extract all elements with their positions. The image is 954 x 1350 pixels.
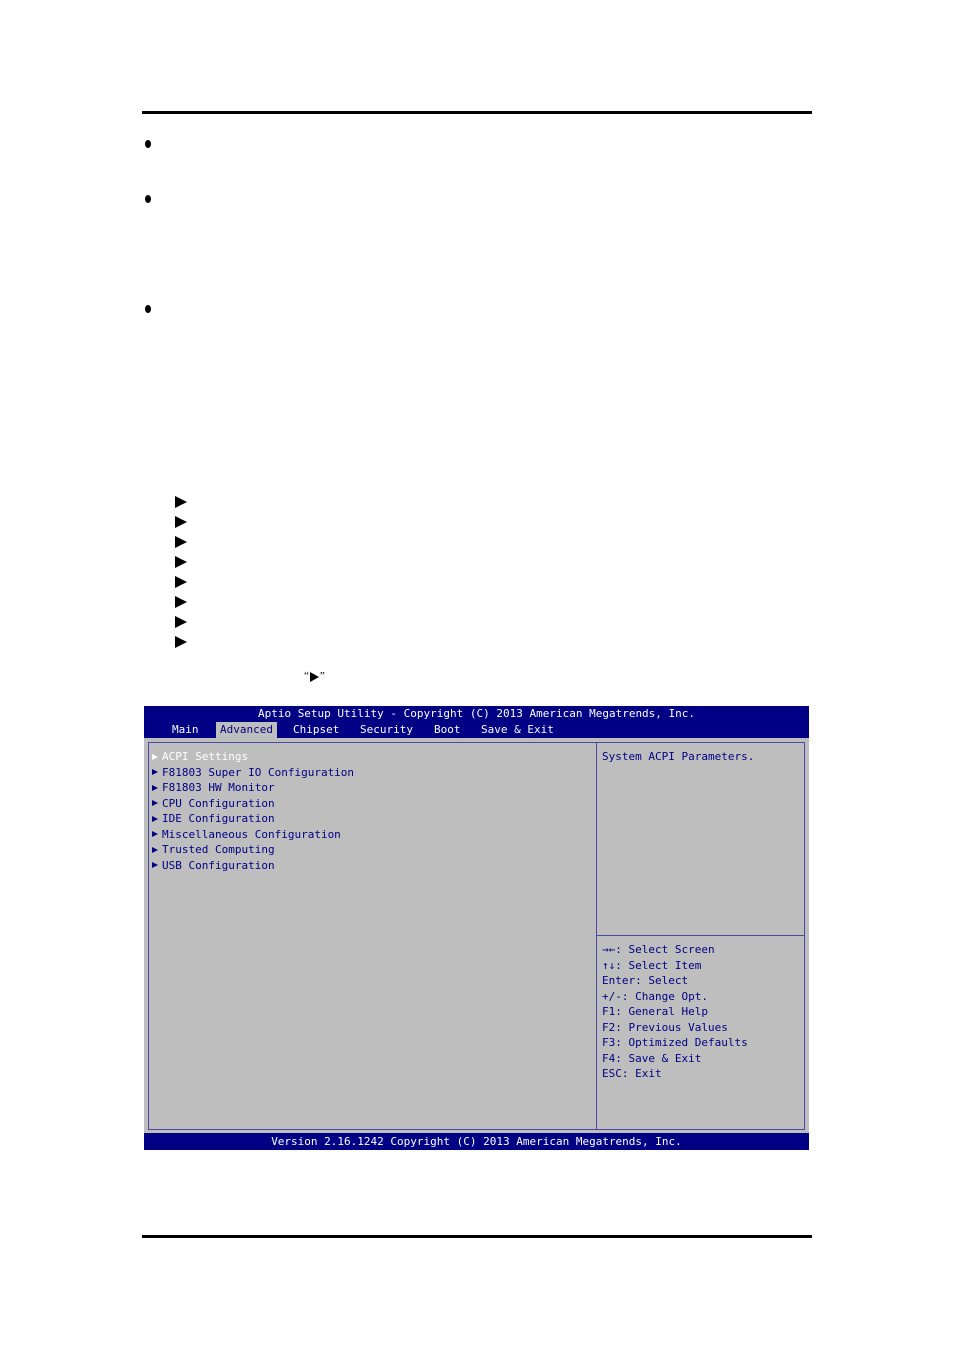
menu-item-label: F81803 Super IO Configuration — [162, 765, 355, 779]
submenu-arrow-icon — [152, 753, 158, 760]
key-hint-f4: F4: Save & Exit — [602, 1051, 702, 1065]
submenu-arrow-icon — [175, 536, 187, 548]
tab-main[interactable]: Main — [168, 722, 203, 738]
key-hint-f2: F2: Previous Values — [602, 1020, 728, 1034]
menu-item-cpu-configuration[interactable]: CPU Configuration — [152, 796, 354, 812]
key-hint-select-screen: →←: Select Screen — [602, 943, 715, 956]
key-hint-esc: ESC: Exit — [602, 1067, 662, 1080]
submenu-arrow-icon — [175, 556, 187, 568]
menu-item-usb-configuration[interactable]: USB Configuration — [152, 858, 354, 874]
menu-item-acpi-settings[interactable]: ACPI Settings — [152, 749, 354, 765]
submenu-arrow-icon — [175, 596, 187, 608]
key-hint-enter: Enter: Select — [602, 974, 689, 987]
submenu-arrow-icon — [175, 616, 187, 628]
header-rule — [142, 111, 812, 114]
help-divider — [596, 935, 805, 936]
submenu-arrow-icon — [152, 815, 158, 822]
panel-divider — [596, 742, 597, 1130]
tab-save-exit[interactable]: Save & Exit — [477, 722, 558, 738]
key-hint-f3: F3: Optimized Defaults — [602, 1036, 748, 1049]
menu-item-label: CPU Configuration — [162, 796, 275, 810]
arrow-icon — [309, 672, 319, 682]
submenu-arrow-icon — [175, 636, 187, 648]
menu-item-label: IDE Configuration — [162, 812, 275, 825]
advanced-menu-list: ACPI Settings F81803 Super IO Configurat… — [152, 749, 354, 873]
bios-tab-bar: Main Advanced Chipset Security Boot Save… — [144, 721, 809, 738]
submenu-arrow-icon — [152, 831, 158, 838]
bios-version-footer: Version 2.16.1242 Copyright (C) 2013 Ame… — [144, 1133, 809, 1150]
menu-item-label: Miscellaneous Configuration — [162, 827, 341, 841]
menu-item-label: Trusted Computing — [162, 843, 275, 856]
bios-title-bar: Aptio Setup Utility - Copyright (C) 2013… — [144, 706, 809, 721]
key-hint-f1: F1: General Help — [602, 1005, 708, 1018]
menu-item-hw-monitor[interactable]: F81803 HW Monitor — [152, 780, 354, 796]
menu-item-label: USB Configuration — [162, 858, 275, 872]
tab-chipset[interactable]: Chipset — [289, 722, 343, 738]
menu-item-trusted-computing[interactable]: Trusted Computing — [152, 842, 354, 858]
close-quote: ” — [319, 669, 325, 682]
menu-item-super-io[interactable]: F81803 Super IO Configuration — [152, 765, 354, 781]
menu-item-label: F81803 HW Monitor — [162, 781, 275, 794]
menu-item-misc-configuration[interactable]: Miscellaneous Configuration — [152, 827, 354, 843]
menu-item-label: ACPI Settings — [162, 750, 249, 763]
open-quote: “ — [304, 669, 309, 682]
submenu-arrow-icon — [152, 800, 158, 807]
submenu-arrow-icon — [152, 846, 158, 853]
menu-item-ide-configuration[interactable]: IDE Configuration — [152, 811, 354, 827]
submenu-arrow-icon — [175, 496, 187, 508]
bullet-icon — [145, 195, 151, 203]
bullet-icon — [145, 140, 151, 148]
item-help-text: System ACPI Parameters. — [602, 750, 755, 763]
key-hint-select-item: ↑↓: Select Item — [602, 958, 702, 972]
footer-rule — [142, 1235, 812, 1238]
submenu-arrow-icon — [175, 576, 187, 588]
submenu-arrow-icon — [152, 784, 158, 791]
tab-advanced[interactable]: Advanced — [216, 722, 277, 738]
submenu-arrow-icon — [175, 516, 187, 528]
submenu-arrow-icon — [152, 769, 158, 776]
tab-boot[interactable]: Boot — [430, 722, 465, 738]
bios-setup-screen: Aptio Setup Utility - Copyright (C) 2013… — [144, 706, 809, 1150]
submenu-arrow-icon — [152, 862, 158, 869]
key-hint-change-opt: +/-: Change Opt. — [602, 989, 708, 1003]
inline-arrow-symbol: “ ” — [304, 669, 325, 682]
key-hints: →←: Select Screen ↑↓: Select Item Enter:… — [602, 942, 748, 1082]
tab-security[interactable]: Security — [356, 722, 417, 738]
bullet-icon — [145, 305, 151, 313]
